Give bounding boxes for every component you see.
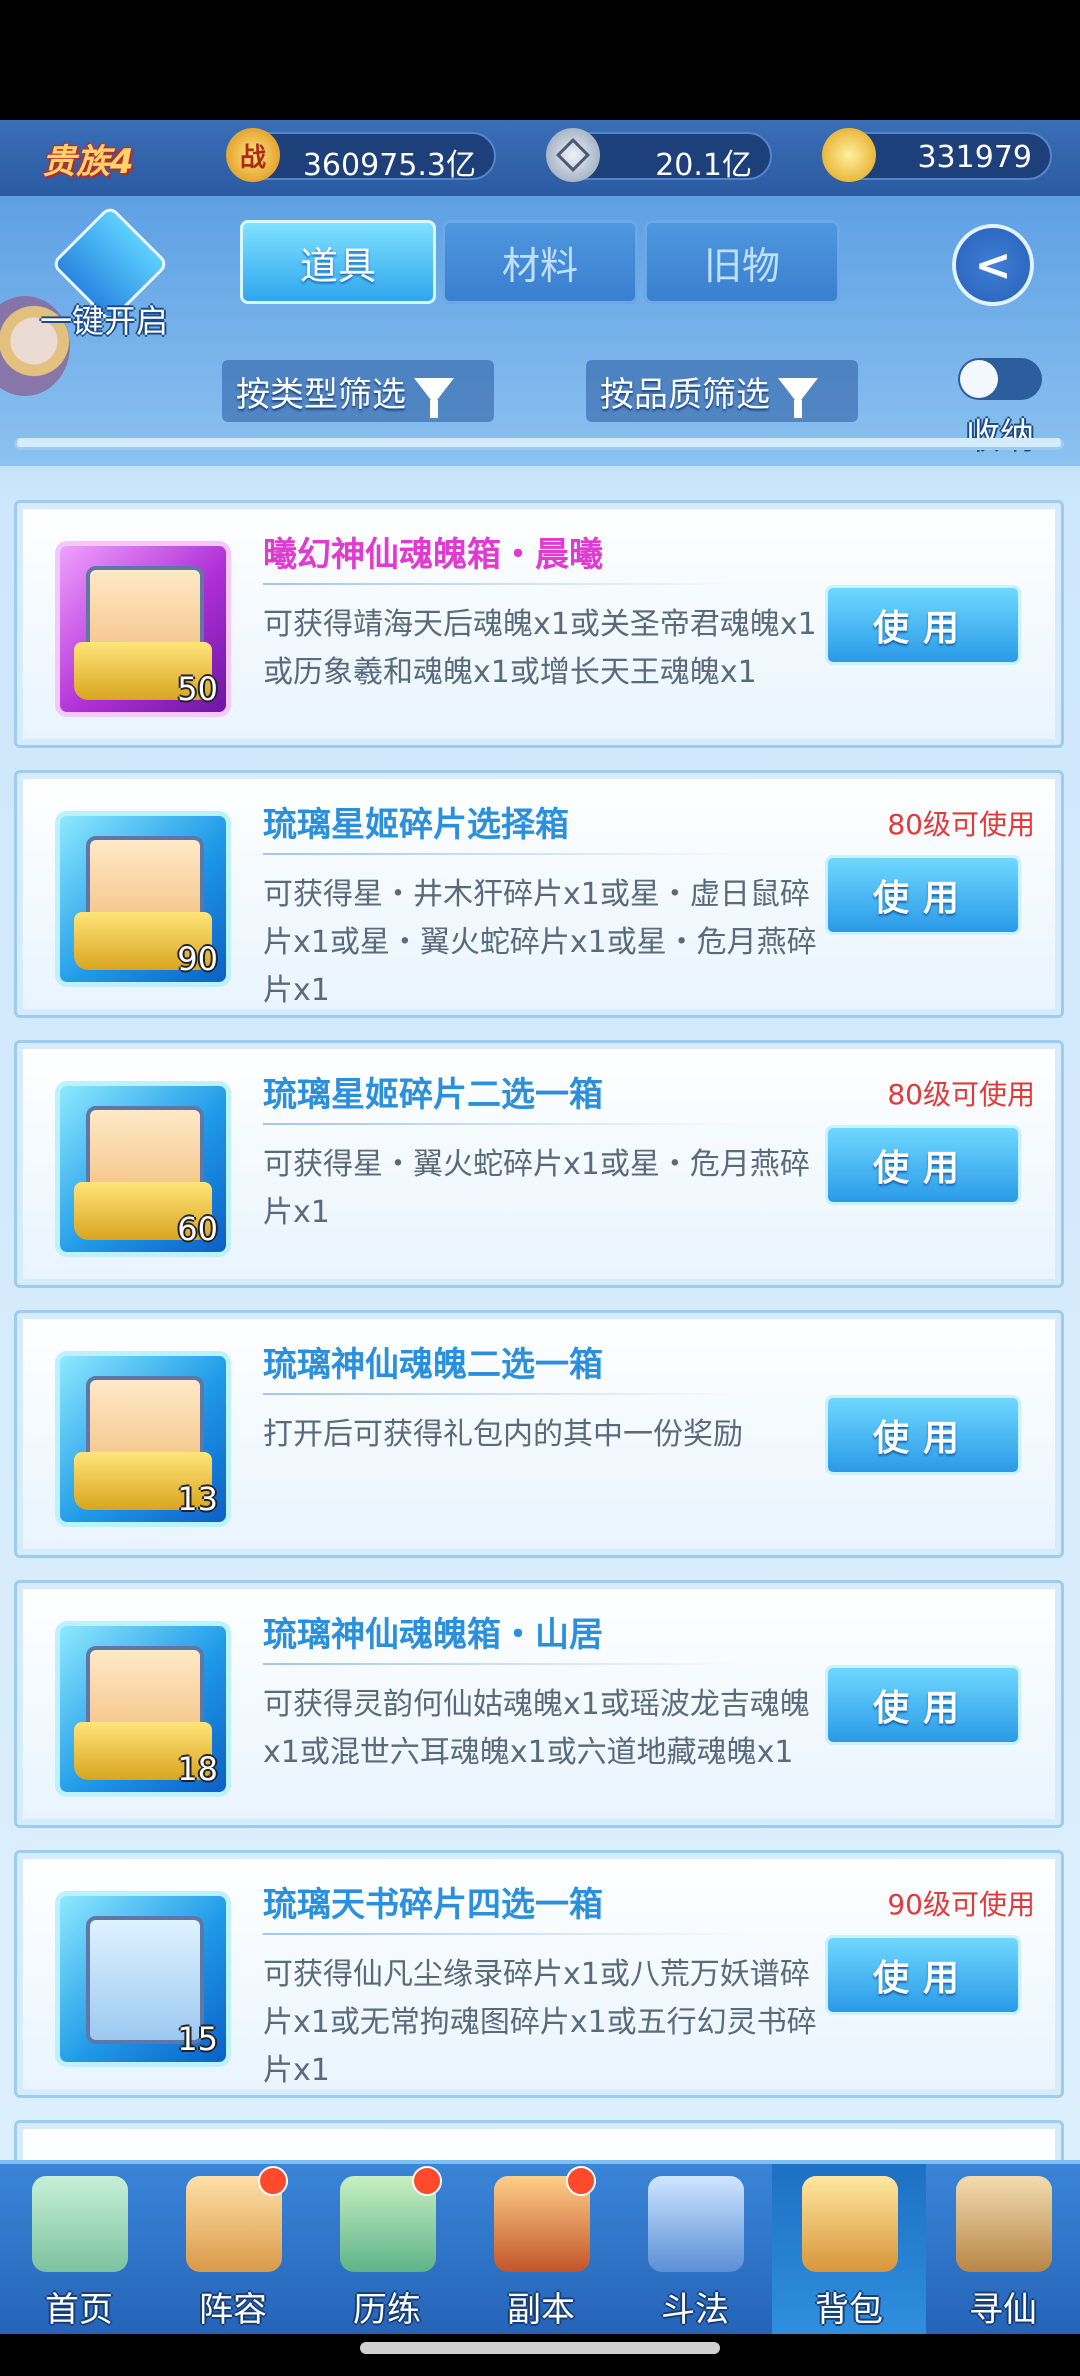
divider [263, 583, 743, 585]
list-item: 13 琉璃神仙魂魄二选一箱 打开后可获得礼包内的其中一份奖励 使用 [14, 1310, 1064, 1558]
divider [263, 1933, 743, 1935]
toggle-knob [960, 360, 998, 398]
item-icon[interactable]: 90 [55, 811, 231, 987]
use-button[interactable]: 使用 [825, 1665, 1021, 1745]
nav-home[interactable]: 首页 [2, 2164, 156, 2334]
notification-badge [258, 2166, 288, 2196]
item-title: 琉璃天书碎片四选一箱 [263, 1885, 603, 1925]
back-button[interactable]: < [952, 224, 1034, 306]
nav-seek[interactable]: 寻仙 [926, 2164, 1080, 2334]
list-item-partial [14, 2120, 1064, 2162]
item-description: 可获得仙凡尘缘录碎片x1或八荒万妖谱碎片x1或无常拘魂图碎片x1或五行幻灵书碎片… [263, 1957, 817, 2088]
use-button[interactable]: 使用 [825, 855, 1021, 935]
nav-label: 历练 [353, 2290, 421, 2330]
silver-value: 20.1亿 [655, 148, 752, 183]
tab-relics[interactable]: 旧物 [644, 220, 840, 304]
back-arrow-icon: < [974, 239, 1012, 291]
use-button[interactable]: 使用 [825, 1935, 1021, 2015]
nav-lineup[interactable]: 阵容 [156, 2164, 310, 2334]
resource-bar: 贵族4 战 360975.3亿 20.1亿 331979 [0, 120, 1080, 198]
list-item: 90 琉璃星姬碎片选择箱 80级可使用 可获得星・井木犴碎片x1或星・虚日鼠碎片… [14, 770, 1064, 1018]
item-description: 可获得灵韵何仙姑魂魄x1或瑶波龙吉魂魄x1或混世六耳魂魄x1或六道地藏魂魄x1 [263, 1687, 810, 1770]
item-icon[interactable]: 60 [55, 1081, 231, 1257]
funnel-icon [778, 378, 818, 418]
item-icon[interactable]: 15 [55, 1891, 231, 2067]
level-requirement: 80级可使用 [887, 1078, 1035, 1111]
filter-quality-label: 按品质筛选 [600, 374, 770, 415]
collapse-toggle[interactable] [958, 358, 1042, 400]
nav-label: 斗法 [661, 2290, 729, 2330]
list-item: 15 琉璃天书碎片四选一箱 90级可使用 可获得仙凡尘缘录碎片x1或八荒万妖谱碎… [14, 1850, 1064, 2098]
item-icon[interactable]: 13 [55, 1351, 231, 1527]
nav-label: 寻仙 [969, 2290, 1037, 2330]
list-item: 50 曦幻神仙魂魄箱・晨曦 可获得靖海天后魂魄x1或关圣帝君魂魄x1或历象羲和魂… [14, 500, 1064, 748]
vip-level[interactable]: 贵族4 [42, 134, 134, 183]
item-icon[interactable]: 18 [55, 1621, 231, 1797]
nav-battle[interactable]: 斗法 [618, 2164, 772, 2334]
funnel-icon [414, 378, 454, 418]
nav-bag[interactable]: 背包 [772, 2164, 926, 2334]
item-title: 琉璃神仙魂魄二选一箱 [263, 1345, 603, 1385]
list-item-partial [14, 438, 1064, 450]
item-title: 曦幻神仙魂魄箱・晨曦 [263, 535, 603, 575]
use-button[interactable]: 使用 [825, 585, 1021, 665]
gold-ingot-icon [822, 128, 876, 182]
gold-display[interactable]: 331979 [822, 128, 1052, 182]
notification-badge [566, 2166, 596, 2196]
item-description: 可获得星・井木犴碎片x1或星・虚日鼠碎片x1或星・翼火蛇碎片x1或星・危月燕碎片… [263, 877, 817, 1008]
list-item: 18 琉璃神仙魂魄箱・山居 可获得灵韵何仙姑魂魄x1或瑶波龙吉魂魄x1或混世六耳… [14, 1580, 1064, 1828]
level-requirement: 80级可使用 [887, 808, 1035, 841]
silver-coin-icon [546, 128, 600, 182]
item-quantity: 60 [177, 1210, 218, 1248]
item-description: 打开后可获得礼包内的其中一份奖励 [263, 1417, 743, 1452]
bag-header: 一键开启 道具 材料 旧物 < 按类型筛选 按品质筛选 收纳 [0, 196, 1080, 466]
filter-by-quality-button[interactable]: 按品质筛选 [586, 360, 858, 422]
nav-label: 副本 [507, 2290, 575, 2330]
item-quantity: 18 [177, 1750, 218, 1788]
bag-panel: 一键开启 道具 材料 旧物 < 按类型筛选 按品质筛选 收纳 50 曦幻神仙魂魄… [0, 196, 1080, 2162]
power-display: 战 360975.3亿 [226, 128, 496, 183]
item-icon[interactable]: 50 [55, 541, 231, 717]
use-button[interactable]: 使用 [825, 1395, 1021, 1475]
list-item: 60 琉璃星姬碎片二选一箱 80级可使用 可获得星・翼火蛇碎片x1或星・危月燕碎… [14, 1040, 1064, 1288]
one-key-open-label: 一键开启 [40, 302, 169, 340]
filter-type-label: 按类型筛选 [236, 374, 406, 415]
home-indicator[interactable] [360, 2342, 720, 2354]
nav-dungeon[interactable]: 副本 [464, 2164, 618, 2334]
item-description: 可获得靖海天后魂魄x1或关圣帝君魂魄x1或历象羲和魂魄x1或增长天王魂魄x1 [263, 607, 817, 690]
nav-label: 首页 [45, 2290, 113, 2330]
home-icon [32, 2176, 128, 2272]
divider [263, 853, 743, 855]
divider [263, 1393, 743, 1395]
notification-badge [412, 2166, 442, 2196]
item-quantity: 13 [177, 1480, 218, 1518]
power-value: 360975.3亿 [302, 148, 476, 183]
item-description: 可获得星・翼火蛇碎片x1或星・危月燕碎片x1 [263, 1147, 810, 1230]
power-icon: 战 [226, 128, 280, 182]
bag-icon [802, 2176, 898, 2272]
seek-icon [956, 2176, 1052, 2272]
bottom-nav: 首页 阵容 历练 副本 斗法 背包 寻仙 [0, 2160, 1080, 2334]
divider [263, 1123, 743, 1125]
item-quantity: 90 [177, 940, 218, 978]
item-title: 琉璃神仙魂魄箱・山居 [263, 1615, 603, 1655]
nav-label: 背包 [815, 2290, 883, 2330]
tab-materials[interactable]: 材料 [442, 220, 638, 304]
nav-training[interactable]: 历练 [310, 2164, 464, 2334]
filter-by-type-button[interactable]: 按类型筛选 [222, 360, 494, 422]
divider [263, 1663, 743, 1665]
item-quantity: 15 [177, 2020, 218, 2058]
item-quantity: 50 [177, 670, 218, 708]
level-requirement: 90级可使用 [887, 1888, 1035, 1921]
battle-icon [648, 2176, 744, 2272]
nav-label: 阵容 [199, 2290, 267, 2330]
tab-items[interactable]: 道具 [240, 220, 436, 304]
status-bar [0, 0, 1080, 120]
gold-value: 331979 [917, 140, 1032, 175]
item-title: 琉璃星姬碎片二选一箱 [263, 1075, 603, 1115]
use-button[interactable]: 使用 [825, 1125, 1021, 1205]
one-key-open-button[interactable]: 一键开启 [40, 204, 170, 340]
item-title: 琉璃星姬碎片选择箱 [263, 805, 569, 845]
silver-display[interactable]: 20.1亿 [546, 128, 772, 183]
